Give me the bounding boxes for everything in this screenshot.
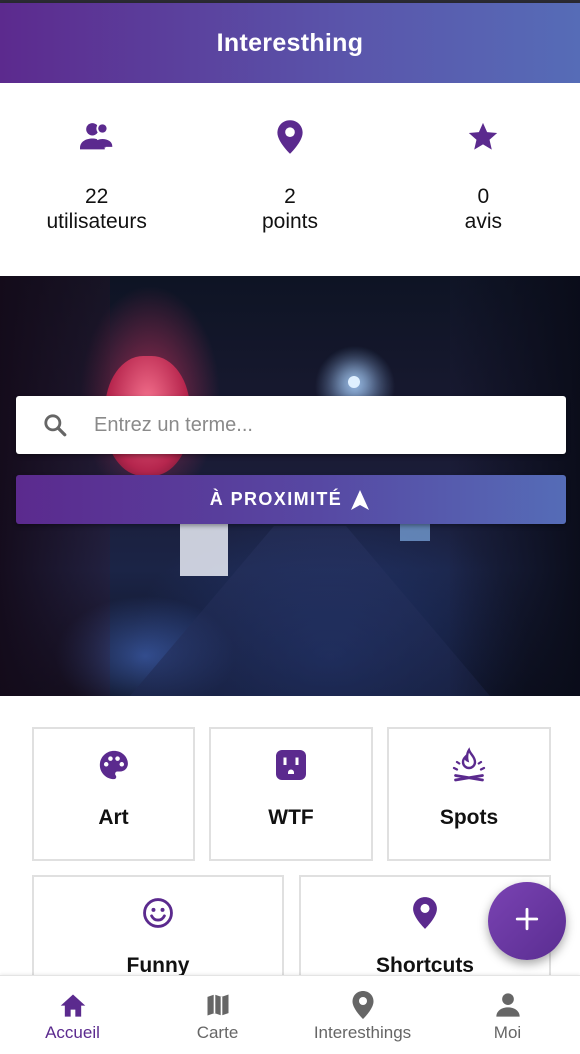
nav-label: Moi [493,1023,522,1042]
nav-item-interesthings[interactable]: Interesthings [290,976,435,1054]
nav-label: Accueil [45,1023,100,1042]
users-icon [77,117,117,157]
power-outlet-icon [271,745,311,785]
nearby-label: À PROXIMITÉ [209,489,343,509]
stat-points-value: 2 [284,185,296,208]
stats-panel: 22 utilisateurs 2 points 0 avis [0,83,580,276]
palette-icon [94,745,134,785]
stat-users-value: 22 [84,185,109,208]
add-button[interactable] [488,882,566,960]
nav-item-carte[interactable]: Carte [145,976,290,1054]
category-label: Shortcuts [375,954,474,976]
location-pin-icon [405,893,445,933]
smiley-icon [138,893,178,933]
app-bar: Interesthing [0,3,580,83]
search-input[interactable] [94,413,524,437]
stat-users: 22 utilisateurs [0,83,193,276]
search-icon [42,412,68,438]
location-pin-icon [348,990,378,1020]
stat-reviews-value: 0 [477,185,490,208]
person-icon [493,990,523,1020]
navigation-arrow-icon [350,489,372,511]
nav-item-accueil[interactable]: Accueil [0,976,145,1054]
stat-points: 2 points [193,83,386,276]
category-wtf[interactable]: WTF [209,727,373,861]
bottom-navigation: Accueil Carte Interesthings Moi [0,975,580,1054]
campfire-icon [449,745,489,785]
plus-icon [514,906,540,937]
stat-reviews-label: avis [464,210,502,233]
category-label: Spots [439,806,499,829]
map-icon [203,990,233,1020]
search-bar[interactable] [16,396,566,454]
home-icon [58,990,88,1020]
nearby-button[interactable]: À PROXIMITÉ [16,475,566,524]
nav-label: Carte [196,1023,239,1042]
page-title: Interesthing [216,28,364,57]
nav-label: Interesthings [313,1023,412,1042]
stat-points-label: points [261,210,319,233]
location-pin-icon [270,117,310,157]
category-label: Art [98,806,129,829]
category-label: WTF [268,806,314,829]
category-funny[interactable]: Funny [32,875,284,976]
nav-item-moi[interactable]: Moi [435,976,580,1054]
category-art[interactable]: Art [32,727,195,861]
stat-users-label: utilisateurs [46,210,147,233]
stat-reviews: 0 avis [387,83,580,276]
hero-sign [180,521,228,576]
star-icon [463,117,503,157]
category-label: Funny [126,954,190,976]
hero-light [348,376,360,388]
category-spots[interactable]: Spots [387,727,551,861]
